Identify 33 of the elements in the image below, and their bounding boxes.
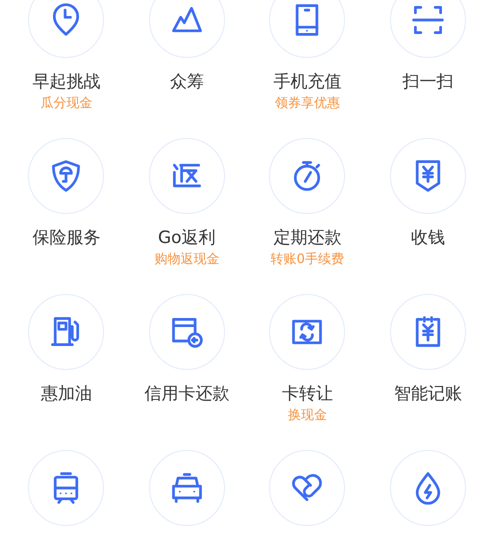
icon-button[interactable] — [148, 0, 225, 58]
icon-button[interactable] — [28, 0, 104, 58]
icon-button[interactable] — [28, 294, 104, 370]
icon-button[interactable] — [269, 0, 346, 58]
service-label: 早起挑战 — [32, 71, 100, 93]
service-label: 保险服务 — [32, 227, 100, 249]
service-label: 扫一扫 — [402, 71, 454, 93]
icon-button[interactable] — [390, 450, 466, 526]
service-label: Go返利 — [158, 227, 216, 249]
icon-button[interactable] — [390, 138, 466, 214]
service-label: 定期还款 — [273, 227, 342, 249]
icon-button[interactable] — [28, 450, 104, 526]
service-label: 收钱 — [410, 227, 445, 249]
promo-text: 领券享优惠 — [274, 95, 340, 113]
icon-button[interactable] — [390, 0, 466, 58]
service-label: 信用卡还款 — [144, 383, 230, 405]
service-label: 众筹 — [170, 71, 204, 93]
promo-text: 换现金 — [288, 407, 327, 425]
icon-button[interactable] — [269, 294, 346, 370]
icon-button[interactable] — [269, 450, 346, 526]
promo-text: 转账0手续费 — [270, 251, 344, 269]
promo-text: 购物返现金 — [154, 251, 220, 269]
icon-button[interactable] — [148, 294, 225, 370]
icon-button[interactable] — [28, 138, 104, 214]
promo-text: 瓜分现金 — [40, 95, 92, 113]
icon-button[interactable] — [269, 138, 346, 214]
service-label: 智能记账 — [394, 383, 462, 405]
service-label: 惠加油 — [40, 383, 92, 405]
service-label: 手机充值 — [273, 71, 342, 93]
icon-button[interactable] — [390, 294, 466, 370]
icon-button[interactable] — [148, 450, 225, 526]
icon-button[interactable] — [148, 138, 225, 214]
service-label: 卡转让 — [282, 383, 333, 405]
